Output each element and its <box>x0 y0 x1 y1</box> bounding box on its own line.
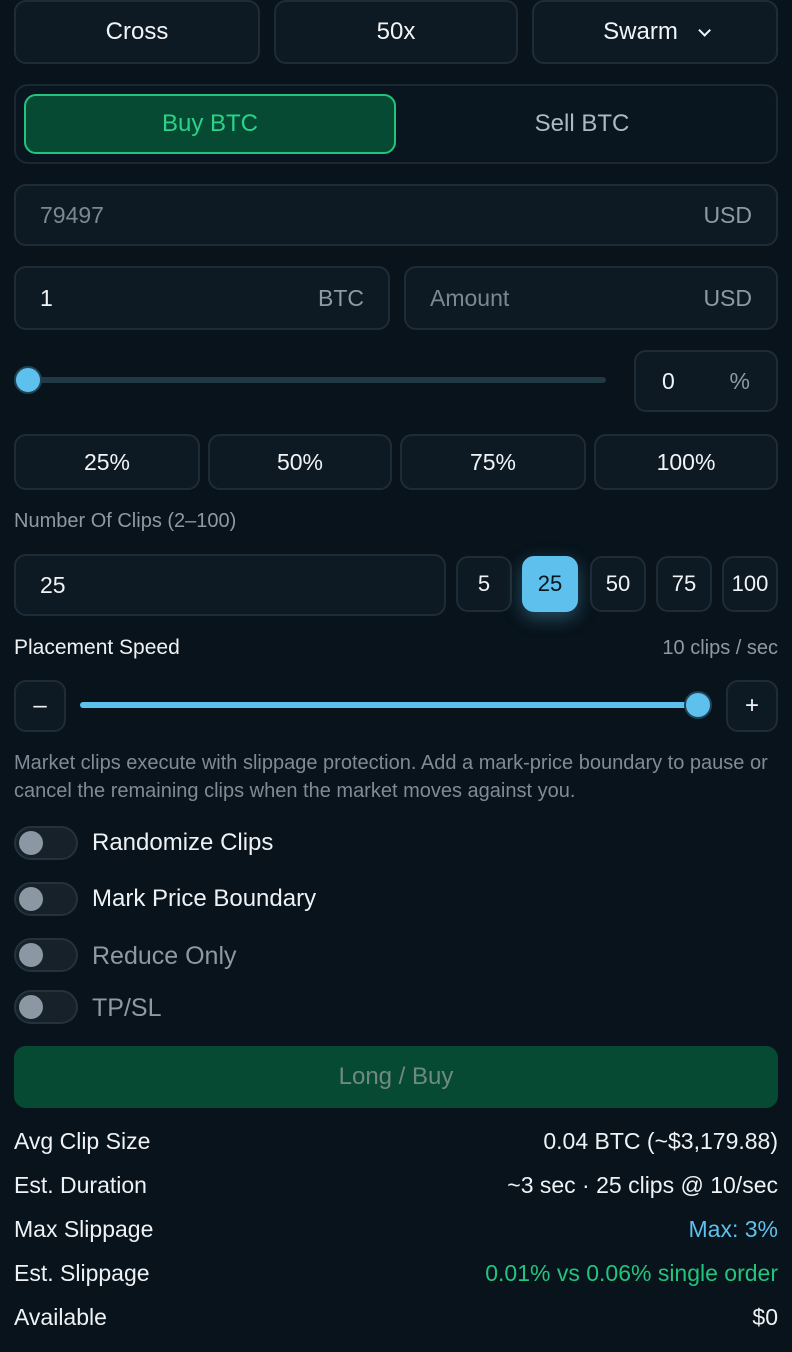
toggle-knob <box>19 995 43 1019</box>
pct-label: 25% <box>83 448 131 475</box>
speed-slider-thumb[interactable] <box>684 691 712 719</box>
clips-preset-100[interactable]: 100 <box>722 556 778 612</box>
size-slider[interactable] <box>14 366 606 394</box>
clips-preset-label: 75 <box>671 571 697 596</box>
clips-preset-25[interactable]: 25 <box>522 556 578 612</box>
size-percent-value: 0 <box>662 367 675 394</box>
order-type-dropdown[interactable]: Swarm <box>532 0 778 64</box>
mark-price-boundary-label: Mark Price Boundary <box>92 885 317 912</box>
speed-label: Placement Speed <box>14 636 180 659</box>
price-input[interactable]: 79497 USD <box>14 184 778 246</box>
pct-label: 75% <box>469 448 517 475</box>
summary-value[interactable]: Max: 3% <box>689 1216 778 1243</box>
clips-preset-label: 100 <box>731 571 769 596</box>
toggle-knob <box>19 943 43 967</box>
long-buy-button[interactable]: Long / Buy <box>14 1046 778 1108</box>
tpsl-toggle[interactable] <box>14 990 78 1024</box>
summary-key: Available <box>14 1304 107 1330</box>
leverage-button[interactable]: 50x <box>274 0 518 64</box>
reduce-only-toggle[interactable] <box>14 938 78 972</box>
summary-key: Avg Clip Size <box>14 1128 151 1154</box>
minus-icon: – <box>33 692 47 719</box>
summary-row-available: Available $0 <box>14 1304 778 1331</box>
sell-tab-label: Sell BTC <box>534 110 630 137</box>
size-value: 1 <box>40 284 53 311</box>
size-input[interactable]: 1 BTC <box>14 266 390 330</box>
price-unit: USD <box>703 201 752 228</box>
pct-75-button[interactable]: 75% <box>400 434 586 490</box>
long-buy-label: Long / Buy <box>338 1063 454 1090</box>
pct-label: 50% <box>276 448 324 475</box>
pct-25-button[interactable]: 25% <box>14 434 200 490</box>
clips-preset-label: 5 <box>477 571 491 596</box>
buy-tab[interactable]: Buy BTC <box>24 94 396 154</box>
summary-row-avg-clip: Avg Clip Size 0.04 BTC (~$3,179.88) <box>14 1128 778 1155</box>
summary-value: 0.01% vs 0.06% single order <box>485 1260 778 1286</box>
summary-value: 0.04 BTC (~$3,179.88) <box>543 1128 778 1154</box>
margin-mode-button[interactable]: Cross <box>14 0 260 64</box>
speed-increase-button[interactable]: + <box>726 680 778 732</box>
clips-preset-label: 50 <box>605 571 631 596</box>
summary-value: $0 <box>752 1304 778 1330</box>
pct-label: 100% <box>656 448 716 475</box>
price-value: 79497 <box>40 201 104 228</box>
summary-key: Max Slippage <box>14 1216 154 1242</box>
tpsl-label: TP/SL <box>92 994 162 1022</box>
pct-50-button[interactable]: 50% <box>208 434 392 490</box>
reduce-only-label: Reduce Only <box>92 942 237 970</box>
amount-placeholder: Amount <box>430 284 510 311</box>
summary-row-max-slippage: Max Slippage Max: 3% <box>14 1216 778 1243</box>
clips-value: 25 <box>40 571 66 598</box>
toggle-knob <box>19 887 43 911</box>
slippage-note: Market clips execute with slippage prote… <box>14 752 768 802</box>
summary-key: Est. Slippage <box>14 1260 150 1286</box>
size-slider-thumb[interactable] <box>14 366 42 394</box>
size-slider-track <box>28 377 606 383</box>
summary-key: Est. Duration <box>14 1172 147 1198</box>
summary-value: ~3 sec · 25 clips @ 10/sec <box>507 1172 778 1198</box>
order-type-label: Swarm <box>603 18 678 45</box>
clips-preset-50[interactable]: 50 <box>590 556 646 612</box>
leverage-label: 50x <box>376 18 416 45</box>
speed-readout: 10 clips / sec <box>662 637 778 659</box>
chevron-down-icon <box>698 23 711 37</box>
size-percent-input[interactable]: 0 % <box>634 350 778 412</box>
size-percent-unit: % <box>729 367 750 394</box>
size-unit: BTC <box>318 284 364 311</box>
randomize-clips-toggle[interactable] <box>14 826 78 860</box>
buy-tab-label: Buy BTC <box>161 110 259 137</box>
amount-unit: USD <box>703 284 752 311</box>
summary-row-duration: Est. Duration ~3 sec · 25 clips @ 10/sec <box>14 1172 778 1199</box>
margin-mode-label: Cross <box>105 18 169 45</box>
pct-100-button[interactable]: 100% <box>594 434 778 490</box>
clips-preset-5[interactable]: 5 <box>456 556 512 612</box>
clips-preset-75[interactable]: 75 <box>656 556 712 612</box>
sell-tab[interactable]: Sell BTC <box>396 94 768 154</box>
clips-preset-label: 25 <box>537 571 563 596</box>
plus-icon: + <box>744 692 759 719</box>
speed-slider-fill <box>80 702 698 708</box>
mark-price-boundary-toggle[interactable] <box>14 882 78 916</box>
summary-row-est-slippage: Est. Slippage 0.01% vs 0.06% single orde… <box>14 1260 778 1287</box>
clips-label: Number Of Clips (2–100) <box>14 510 237 532</box>
toggle-knob <box>19 831 43 855</box>
speed-decrease-button[interactable]: – <box>14 680 66 732</box>
speed-slider[interactable] <box>80 690 712 720</box>
clips-input[interactable]: 25 <box>14 554 446 616</box>
amount-input[interactable]: Amount USD <box>404 266 778 330</box>
randomize-clips-label: Randomize Clips <box>92 829 274 856</box>
